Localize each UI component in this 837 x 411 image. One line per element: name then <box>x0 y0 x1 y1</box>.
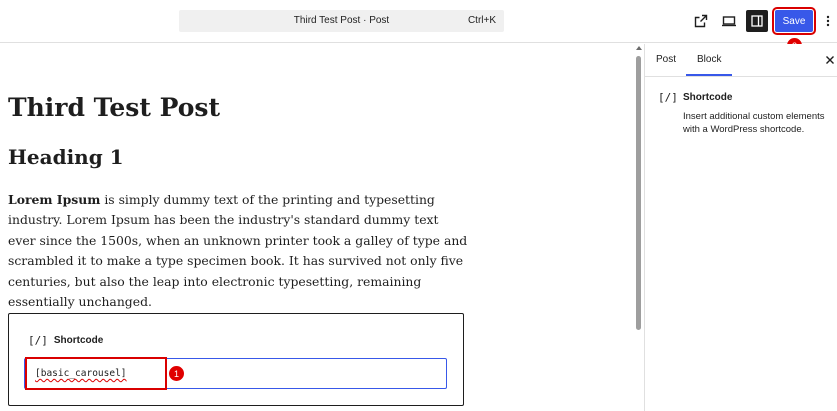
paragraph-block[interactable]: Lorem Ipsum is simply dummy text of the … <box>8 190 468 312</box>
shortcode-highlight-box <box>25 357 167 390</box>
sidebar-tabs: Post Block <box>645 44 837 77</box>
command-title: Third Test Post · Post <box>293 15 390 26</box>
shortcode-block-icon: [/] <box>658 91 678 104</box>
block-inspector-description: Insert additional custom elements with a… <box>683 111 825 135</box>
shortcode-label-text: Shortcode <box>53 335 104 346</box>
settings-sidebar: Post Block [/] Shortcode Insert addition… <box>644 44 837 411</box>
more-vertical-icon[interactable] <box>821 10 835 32</box>
paragraph-bold-text: Lorem Ipsum <box>8 192 101 207</box>
shortcode-icon: [/] <box>28 334 48 347</box>
editor-header: Third Test Post · Post Ctrl+K Save <box>0 0 837 43</box>
step-1-badge: 1 <box>169 366 184 381</box>
close-icon[interactable] <box>823 53 837 67</box>
command-palette-button[interactable]: Third Test Post · Post Ctrl+K <box>179 10 504 32</box>
shortcode-block-label: [/] Shortcode <box>28 334 103 347</box>
save-button[interactable]: Save <box>772 7 816 35</box>
scroll-up-arrow-icon[interactable] <box>636 46 642 50</box>
block-inspector-title: Shortcode <box>683 92 733 103</box>
editor-scrollbar-thumb[interactable] <box>636 56 641 330</box>
sidebar-toggle-icon[interactable] <box>746 10 768 32</box>
editor-canvas[interactable]: Third Test Post Heading 1 Lorem Ipsum is… <box>0 44 633 411</box>
tab-post[interactable]: Post <box>656 54 676 65</box>
external-link-icon[interactable] <box>690 10 712 32</box>
command-shortcut: Ctrl+K <box>467 15 496 26</box>
heading-block[interactable]: Heading 1 <box>8 145 124 169</box>
active-tab-indicator <box>686 74 732 76</box>
paragraph-text: is simply dummy text of the printing and… <box>8 192 468 310</box>
post-title[interactable]: Third Test Post <box>8 93 220 122</box>
tab-block[interactable]: Block <box>697 54 721 65</box>
desktop-preview-icon[interactable] <box>718 10 740 32</box>
